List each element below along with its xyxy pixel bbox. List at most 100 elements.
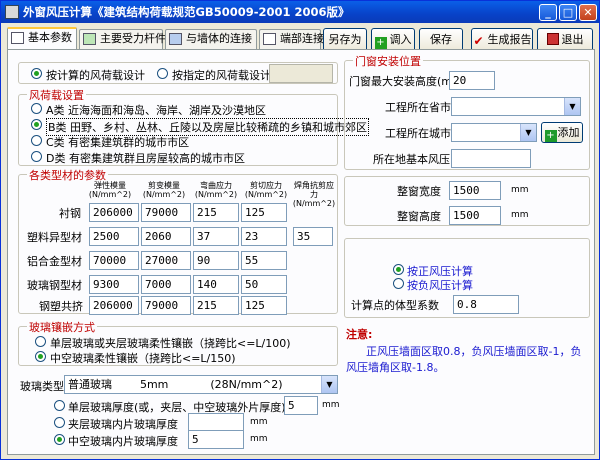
app-icon xyxy=(5,5,19,19)
cell-bending[interactable]: 140 xyxy=(193,275,239,294)
terrain-label-d: D类 有密集建筑群且房屋较高的城市市区 xyxy=(46,152,245,165)
tab-main-members[interactable]: 主要受力杆件 xyxy=(79,29,166,49)
main-window: 外窗风压计算《建筑结构荷载规范GB50009-2001 2006版》 _ □ ✕… xyxy=(0,0,600,460)
glass-type-select[interactable]: 普通玻璃 5mm (28N/mm^2) ▼ xyxy=(64,375,338,394)
header-elastic-modulus: 弹性模量 (N/mm^2) xyxy=(88,181,132,199)
calc-radio-negative[interactable] xyxy=(393,278,404,289)
wind-settings-title: 风荷载设置 xyxy=(27,87,86,103)
header-shear-stress: 剪切应力 (N/mm^2) xyxy=(244,181,288,199)
glass-type-label: 玻璃类型 xyxy=(20,380,64,393)
unit-label: mm xyxy=(250,434,268,444)
row-label: 衬钢 xyxy=(59,207,81,220)
cell-elastic[interactable]: 206000 xyxy=(89,296,139,315)
base-pressure-input[interactable] xyxy=(451,149,531,168)
city-select[interactable]: ▼ xyxy=(451,123,537,142)
unit-label: mm xyxy=(511,210,529,220)
tab-end-connection[interactable]: 端部连接 xyxy=(259,29,324,49)
document-icon xyxy=(11,32,24,44)
plus-icon: + xyxy=(544,130,557,142)
cell-bending[interactable]: 37 xyxy=(193,227,239,246)
cell-shear[interactable]: 23 xyxy=(241,227,287,246)
city-label: 工程所在城市 xyxy=(385,127,451,140)
cell-shear-mod[interactable]: 2060 xyxy=(141,227,191,246)
height-input[interactable]: 1500 xyxy=(449,206,501,225)
shape-coef-label: 计算点的体型系数 xyxy=(351,299,439,312)
cell-shear[interactable]: 55 xyxy=(241,251,287,270)
cell-elastic[interactable]: 9300 xyxy=(89,275,139,294)
calc-radio-positive[interactable] xyxy=(393,264,404,275)
cell-elastic[interactable]: 2500 xyxy=(89,227,139,246)
header-bending-stress: 弯曲应力 (N/mm^2) xyxy=(194,181,238,199)
cell-elastic[interactable]: 206000 xyxy=(89,203,139,222)
chevron-down-icon: ▼ xyxy=(321,376,337,393)
install-label-hollow: 中空玻璃柔性镶嵌（挠跨比<=L/150) xyxy=(50,352,236,365)
shape-coef-input[interactable]: 0.8 xyxy=(453,295,519,314)
install-position-group: 门窗安装位置 门窗最大安装高度(m 20 工程所在省市 ▼ 工程所在城市 ▼ +… xyxy=(344,53,590,170)
minimize-button[interactable]: _ xyxy=(539,4,557,21)
close-button[interactable]: ✕ xyxy=(579,4,597,21)
terrain-radio-b[interactable] xyxy=(31,119,42,130)
wind-settings-group: 风荷载设置 A类 近海海面和海岛、海岸、湖岸及沙漠地区 B类 田野、乡村、丛林、… xyxy=(18,87,370,166)
plus-icon: + xyxy=(374,37,387,49)
header-shear-modulus: 剪变模量 (N/mm^2) xyxy=(142,181,186,199)
specified-wind-input[interactable] xyxy=(269,64,333,83)
terrain-label-a: A类 近海海面和海岛、海岸、湖岸及沙漠地区 xyxy=(46,104,267,117)
terrain-radio-d[interactable] xyxy=(31,151,42,162)
window-title: 外窗风压计算《建筑结构荷载规范GB50009-2001 2006版》 xyxy=(23,5,350,19)
maximize-button[interactable]: □ xyxy=(559,4,577,21)
check-icon: ✔ xyxy=(473,34,484,48)
add-city-button[interactable]: + 添加 xyxy=(541,122,583,143)
base-pressure-label: 所在地基本风压 xyxy=(373,153,450,166)
cell-shear[interactable]: 50 xyxy=(241,275,287,294)
cell-bending[interactable]: 215 xyxy=(193,203,239,222)
cell-shear-mod[interactable]: 27000 xyxy=(141,251,191,270)
row-label: 塑料异型材 xyxy=(27,231,82,244)
calc-label-negative: 按负风压计算 xyxy=(407,279,473,292)
tab-basic-params[interactable]: 基本参数 xyxy=(7,27,77,50)
chevron-down-icon: ▼ xyxy=(520,124,536,141)
cell-shear-mod[interactable]: 7000 xyxy=(141,275,191,294)
cell-bending[interactable]: 90 xyxy=(193,251,239,270)
install-label-single: 单层玻璃或夹层玻璃柔性镶嵌（挠跨比<=L/100) xyxy=(50,337,291,350)
mode-label-calculated: 按计算的风荷载设计 xyxy=(46,69,145,82)
terrain-radio-c[interactable] xyxy=(31,135,42,146)
cell-shear[interactable]: 125 xyxy=(241,296,287,315)
width-input[interactable]: 1500 xyxy=(449,181,501,200)
install-radio-hollow[interactable] xyxy=(35,351,46,362)
row-label: 铝合金型材 xyxy=(27,255,82,268)
cell-elastic[interactable]: 70000 xyxy=(89,251,139,270)
glass-label-single: 单层玻璃厚度(或，夹层、中空玻璃外片厚度) xyxy=(68,401,286,414)
cell-shear[interactable]: 125 xyxy=(241,203,287,222)
materials-group: 各类型材的参数 弹性模量 (N/mm^2) 剪变模量 (N/mm^2) 弯曲应力… xyxy=(18,167,338,315)
glass-radio-single[interactable] xyxy=(54,400,65,411)
mode-radio-specified[interactable] xyxy=(157,68,168,79)
glass-install-title: 玻璃镶嵌方式 xyxy=(27,319,97,335)
glass-hollow-thickness[interactable]: 5 xyxy=(188,430,244,449)
glass-install-group: 玻璃镶嵌方式 单层玻璃或夹层玻璃柔性镶嵌（挠跨比<=L/100) 中空玻璃柔性镶… xyxy=(18,319,338,366)
glass-radio-hollow[interactable] xyxy=(54,434,65,445)
chevron-down-icon: ▼ xyxy=(564,98,580,115)
unit-label: mm xyxy=(511,185,529,195)
calc-options-group: 按正风压计算 按负风压计算 计算点的体型系数 0.8 xyxy=(344,238,590,318)
glass-radio-laminated[interactable] xyxy=(54,417,65,428)
unit-label: mm xyxy=(322,400,340,410)
install-height-input[interactable]: 20 xyxy=(449,71,495,90)
province-select[interactable]: ▼ xyxy=(451,97,581,116)
glass-label-hollow: 中空玻璃内片玻璃厚度 xyxy=(68,435,178,448)
unit-label: mm xyxy=(250,417,268,427)
wind-mode-group: 按计算的风荷载设计 按指定的风荷载设计 xyxy=(18,62,338,84)
row-label: 玻璃钢型材 xyxy=(27,279,82,292)
tab-wall-connection[interactable]: 与墙体的连接 xyxy=(165,29,257,49)
width-label: 整窗宽度 xyxy=(397,185,441,198)
mode-radio-calculated[interactable] xyxy=(31,68,42,79)
cell-shear-mod[interactable]: 79000 xyxy=(141,296,191,315)
cell-weld[interactable]: 35 xyxy=(293,227,333,246)
wall-icon xyxy=(169,33,182,45)
note-title: 注意: xyxy=(346,328,373,341)
cell-shear-mod[interactable]: 79000 xyxy=(141,203,191,222)
terrain-radio-a[interactable] xyxy=(31,103,42,114)
cell-bending[interactable]: 215 xyxy=(193,296,239,315)
install-radio-single[interactable] xyxy=(35,336,46,347)
glass-single-thickness[interactable]: 5 xyxy=(284,396,318,415)
member-icon xyxy=(83,33,96,45)
